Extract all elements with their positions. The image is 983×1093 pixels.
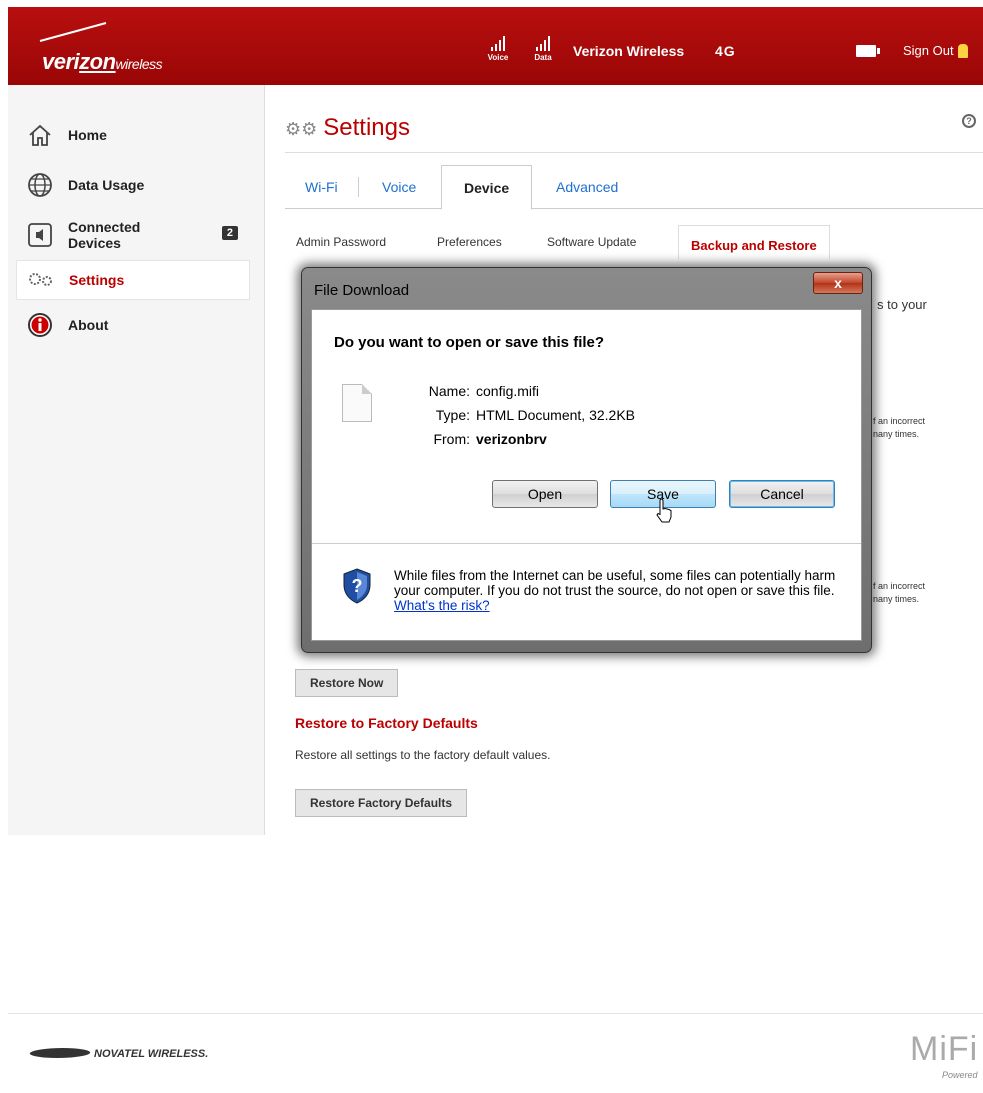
- sidebar-item-home[interactable]: Home: [16, 110, 250, 160]
- sidebar-item-label: Settings: [69, 272, 125, 288]
- mouse-cursor-icon: [656, 498, 672, 523]
- file-from-row: From: verizonbrv: [392, 431, 547, 447]
- dialog-title: File Download: [314, 282, 410, 299]
- obscured-text: nany times.: [873, 594, 920, 604]
- restore-now-button[interactable]: Restore Now: [295, 669, 399, 697]
- subtab-bar: Admin Password Preferences Software Upda…: [285, 225, 983, 259]
- sidebar: Home Data Usage Connected Devices 2 Sett…: [16, 110, 250, 350]
- device-count-badge: 2: [221, 226, 238, 240]
- obscured-text: f an incorrect: [873, 416, 926, 426]
- tab-voice[interactable]: Voice: [382, 165, 416, 209]
- tab-wifi[interactable]: Wi-Fi: [305, 165, 338, 209]
- data-signal-indicator: Data: [528, 33, 558, 62]
- dialog-body: Do you want to open or save this file? N…: [311, 309, 862, 641]
- info-icon: [26, 311, 54, 339]
- novatel-swoosh-icon: [27, 1048, 93, 1058]
- data-label: Data: [534, 53, 552, 62]
- mifi-powered-text: Powered: [942, 1070, 978, 1080]
- close-button[interactable]: x: [813, 272, 863, 294]
- signout-link[interactable]: Sign Out: [903, 43, 968, 58]
- footer-divider: [8, 1013, 983, 1014]
- obscured-text: f an incorrect: [873, 581, 926, 591]
- file-name-value: config.mifi: [476, 383, 540, 399]
- type-key: Type:: [435, 407, 470, 423]
- mifi-logo: MiFi: [910, 1030, 979, 1068]
- voice-signal-icon: [483, 33, 513, 51]
- file-type-value: HTML Document, 32.2KB: [476, 407, 635, 423]
- file-name-row: Name: config.mifi: [392, 383, 539, 399]
- carrier-name: Verizon Wireless: [573, 43, 685, 59]
- top-header: verizonwireless Voice Data Verizon Wirel…: [8, 7, 983, 85]
- restore-factory-defaults-button[interactable]: Restore Factory Defaults: [295, 789, 468, 817]
- novatel-logo: NOVATEL WIRELESS.: [27, 1048, 209, 1060]
- file-from-value: verizonbrv: [476, 431, 547, 447]
- sidebar-item-label: Home: [68, 127, 107, 143]
- svg-text:?: ?: [352, 576, 363, 596]
- brand-main: veri: [42, 49, 80, 74]
- dialog-divider: [312, 543, 861, 544]
- voice-signal-indicator: Voice: [483, 33, 513, 62]
- file-type-row: Type: HTML Document, 32.2KB: [392, 407, 635, 423]
- connected-line-2: Devices: [68, 235, 121, 251]
- factory-defaults-description: Restore all settings to the factory defa…: [295, 748, 551, 762]
- page-title-text: Settings: [323, 114, 410, 141]
- close-icon: x: [834, 275, 842, 291]
- sidebar-item-label: Connected Devices: [68, 219, 140, 251]
- speaker-icon: [26, 221, 54, 249]
- logo-swoosh-icon: [39, 22, 107, 42]
- title-divider: [285, 152, 983, 153]
- brand-small: wireless: [115, 56, 163, 72]
- page-title: ⚙⚙ Settings: [285, 114, 410, 142]
- subtab-backup-restore[interactable]: Backup and Restore: [678, 225, 830, 259]
- sidebar-item-about[interactable]: About: [16, 300, 250, 350]
- subtab-preferences[interactable]: Preferences: [437, 235, 502, 249]
- voice-label: Voice: [487, 53, 509, 62]
- security-shield-icon: ?: [343, 568, 371, 604]
- novatel-text: NOVATEL WIRELESS.: [94, 1048, 209, 1060]
- subtab-software-update[interactable]: Software Update: [547, 235, 636, 249]
- obscured-text: nany times.: [873, 429, 920, 439]
- person-icon: [957, 44, 968, 58]
- help-icon[interactable]: ?: [962, 114, 976, 128]
- brand-underlined: zon: [79, 49, 116, 74]
- network-type: 4G: [715, 43, 736, 59]
- dialog-question: Do you want to open or save this file?: [334, 334, 605, 351]
- house-icon: [26, 121, 54, 149]
- dialog-titlebar[interactable]: File Download x: [302, 268, 871, 306]
- tab-bar: Wi-Fi Voice Device Advanced: [285, 165, 983, 210]
- security-warning: While files from the Internet can be use…: [394, 568, 844, 613]
- factory-defaults-heading: Restore to Factory Defaults: [295, 715, 478, 731]
- cancel-button[interactable]: Cancel: [729, 480, 835, 508]
- obscured-text: s to your: [877, 297, 927, 312]
- tab-device[interactable]: Device: [441, 165, 533, 210]
- signout-label: Sign Out: [903, 43, 954, 58]
- globe-icon: [26, 171, 54, 199]
- whats-the-risk-link[interactable]: What's the risk?: [394, 598, 490, 613]
- sidebar-item-connected-devices[interactable]: Connected Devices 2: [16, 210, 250, 260]
- name-key: Name:: [428, 383, 470, 399]
- tab-separator: [358, 177, 359, 197]
- file-icon: [342, 384, 372, 422]
- sidebar-item-data-usage[interactable]: Data Usage: [16, 160, 250, 210]
- data-signal-icon: [528, 33, 558, 51]
- sidebar-item-settings[interactable]: Settings: [16, 260, 250, 300]
- gears-icon: [27, 266, 55, 294]
- battery-icon: [856, 45, 880, 57]
- open-button[interactable]: Open: [492, 480, 598, 508]
- sidebar-item-label: Data Usage: [68, 177, 145, 193]
- subtab-admin-password[interactable]: Admin Password: [296, 235, 386, 249]
- sidebar-item-label: About: [68, 317, 109, 333]
- tab-advanced[interactable]: Advanced: [556, 165, 618, 209]
- settings-gears-icon: ⚙⚙: [285, 119, 318, 139]
- from-key: From:: [433, 431, 470, 447]
- warning-text: While files from the Internet can be use…: [394, 568, 836, 598]
- file-download-dialog: File Download x Do you want to open or s…: [301, 267, 872, 653]
- connected-line-1: Connected: [68, 219, 141, 235]
